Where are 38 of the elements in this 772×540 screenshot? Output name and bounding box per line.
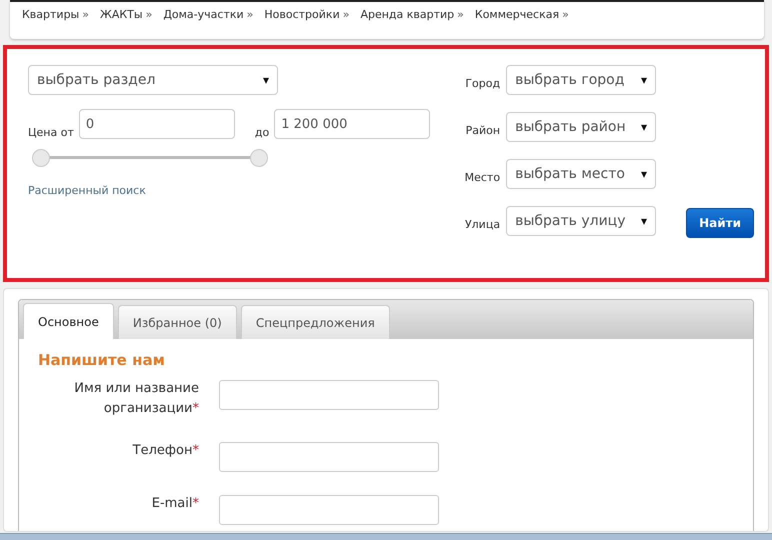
filter-label: Город (464, 76, 500, 90)
chevron-icon: » (562, 8, 569, 21)
form-title: Напишите нам (38, 351, 166, 369)
filter-dropdown[interactable]: выбрать город ▾ (506, 65, 656, 95)
price-from-field[interactable]: 0 (78, 109, 235, 139)
tab[interactable]: Основное (23, 303, 114, 339)
nav-link[interactable]: Дома-участки (163, 8, 244, 21)
search-button[interactable]: Найти (686, 208, 754, 238)
price-from-label: Цена от (28, 126, 74, 139)
input-field[interactable] (219, 495, 439, 525)
filter-label: Место (464, 170, 500, 184)
nav-link[interactable]: Аренда квартир (360, 8, 454, 21)
nav-link[interactable]: Коммерческая (474, 8, 560, 21)
price-to-field[interactable]: 1 200 000 (274, 109, 430, 139)
field-label: E-mail* (150, 495, 199, 513)
input-field[interactable] (219, 380, 439, 410)
chevron-icon: » (457, 8, 464, 21)
section-dropdown[interactable]: выбрать раздел ▾ (28, 65, 278, 95)
field-label: Телефон* (132, 442, 199, 460)
input-field[interactable] (219, 442, 439, 472)
tab[interactable]: Избранное (0) (118, 305, 237, 339)
advanced-search-link[interactable]: Расширенный поиск (28, 184, 146, 197)
nav-link[interactable]: Новостройки (264, 8, 340, 21)
filter-dropdown[interactable]: выбрать место ▾ (506, 159, 656, 189)
nav-link[interactable]: ЖАКТы (100, 8, 143, 21)
field-label: Имя или название организации* (73, 380, 199, 418)
price-slider[interactable] (32, 149, 268, 167)
chevron-icon: » (246, 8, 254, 21)
filter-dropdown[interactable]: выбрать улицу ▾ (506, 206, 656, 236)
chevron-icon: » (342, 8, 350, 21)
chevron-icon: » (146, 8, 152, 21)
chevron-icon: » (82, 8, 89, 21)
filter-label: Улица (464, 218, 500, 230)
price-to-label: до (254, 126, 270, 139)
nav-link[interactable]: Квартиры (22, 8, 80, 21)
filter-dropdown[interactable]: выбрать район ▾ (506, 112, 656, 142)
filter-label: Район (464, 124, 500, 136)
tab[interactable]: Спецпредложения (240, 305, 390, 339)
